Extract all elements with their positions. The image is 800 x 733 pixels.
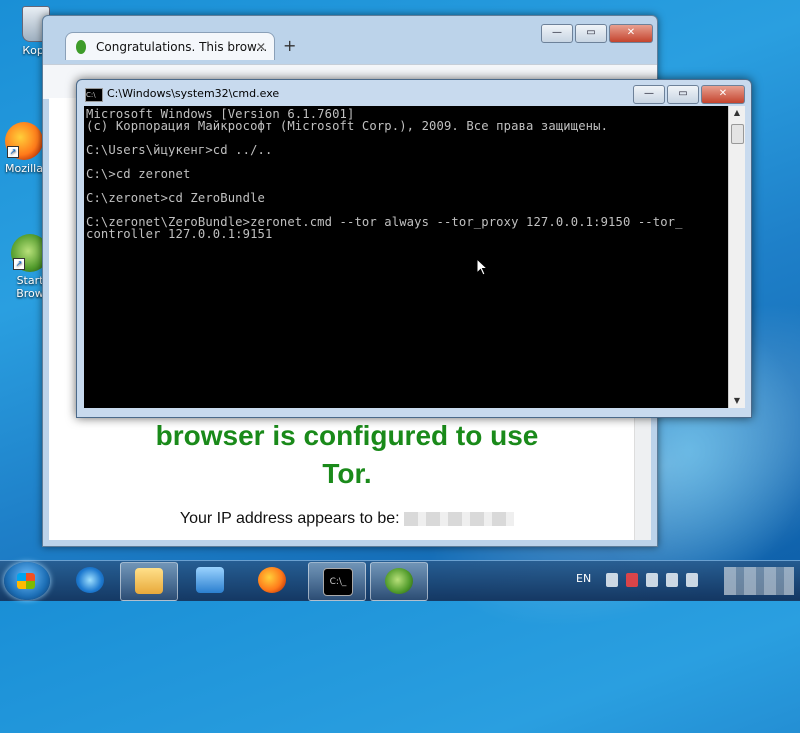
mouse-cursor-icon: [476, 258, 488, 276]
language-indicator[interactable]: EN: [576, 572, 591, 585]
battery-icon[interactable]: [646, 573, 658, 587]
close-button[interactable]: ✕: [701, 85, 745, 104]
cmd-titlebar: C:\ C:\Windows\system32\cmd.exe: [85, 84, 279, 104]
cmd-icon: C:\_: [323, 568, 353, 596]
desktop-icon-firefox[interactable]: ↗ Mozilla: [2, 122, 46, 175]
new-tab-button[interactable]: +: [283, 36, 296, 55]
taskbar-ie[interactable]: [62, 562, 118, 599]
scroll-up-icon[interactable]: ▲: [729, 106, 745, 120]
tor-check-heading-line1: browser is configured to use: [155, 420, 539, 451]
maximize-button[interactable]: ▭: [575, 24, 607, 43]
cmd-title: C:\Windows\system32\cmd.exe: [107, 87, 280, 100]
taskbar: C:\_ EN: [0, 560, 800, 601]
tab-title: Congratulations. This brow...: [96, 40, 268, 54]
show-hidden-icons-icon[interactable]: [606, 573, 618, 587]
cmd-icon: C:\: [85, 88, 103, 102]
cmd-output: Microsoft Windows [Version 6.1.7601] (c)…: [86, 107, 683, 241]
tab-close-icon[interactable]: ✕: [256, 33, 266, 61]
tor-check-heading-line2: Tor.: [322, 458, 372, 489]
cmd-scrollbar[interactable]: ▲ ▼: [728, 106, 745, 408]
minimize-button[interactable]: —: [541, 24, 573, 43]
scroll-thumb[interactable]: [731, 124, 744, 144]
tor-browser-icon: [385, 568, 413, 594]
taskbar-tor-browser[interactable]: [370, 562, 428, 601]
action-center-icon[interactable]: [626, 573, 638, 587]
ip-address-label: Your IP address appears to be:: [179, 510, 400, 527]
browser-window-controls: — ▭ ✕: [541, 24, 653, 43]
cmd-window[interactable]: C:\ C:\Windows\system32\cmd.exe — ▭ ✕ Mi…: [76, 79, 752, 418]
onion-leaf-icon: [76, 40, 86, 54]
ie-icon: [76, 567, 104, 593]
desktop-icon-label: Mozilla: [5, 162, 43, 175]
start-button[interactable]: [4, 562, 50, 600]
network-icon[interactable]: [666, 573, 678, 587]
browser-tab-bar: Congratulations. This brow... ✕ + — ▭ ✕: [43, 16, 657, 64]
windows-logo-icon: [17, 573, 35, 589]
scroll-down-icon[interactable]: ▼: [729, 394, 745, 408]
browser-tab[interactable]: Congratulations. This brow... ✕: [65, 32, 275, 60]
firefox-icon: [258, 567, 286, 593]
taskbar-cmd[interactable]: C:\_: [308, 562, 366, 601]
system-tray: EN: [560, 561, 800, 601]
clock-redacted[interactable]: [724, 567, 794, 595]
media-player-icon: [196, 567, 224, 593]
explorer-icon: [135, 568, 163, 594]
volume-icon[interactable]: [686, 573, 698, 587]
taskbar-firefox[interactable]: [244, 562, 300, 599]
firefox-icon: ↗: [5, 122, 43, 160]
cmd-window-controls: — ▭ ✕: [633, 85, 745, 104]
close-button[interactable]: ✕: [609, 24, 653, 43]
maximize-button[interactable]: ▭: [667, 85, 699, 104]
shortcut-arrow-icon: ↗: [7, 146, 19, 158]
taskbar-explorer[interactable]: [120, 562, 178, 601]
taskbar-media-player[interactable]: [182, 562, 238, 599]
shortcut-arrow-icon: ↗: [13, 258, 25, 270]
ip-address-redacted: [404, 511, 515, 526]
cmd-console[interactable]: Microsoft Windows [Version 6.1.7601] (c)…: [84, 106, 728, 408]
minimize-button[interactable]: —: [633, 85, 665, 104]
ip-address-line: Your IP address appears to be:: [49, 510, 645, 528]
